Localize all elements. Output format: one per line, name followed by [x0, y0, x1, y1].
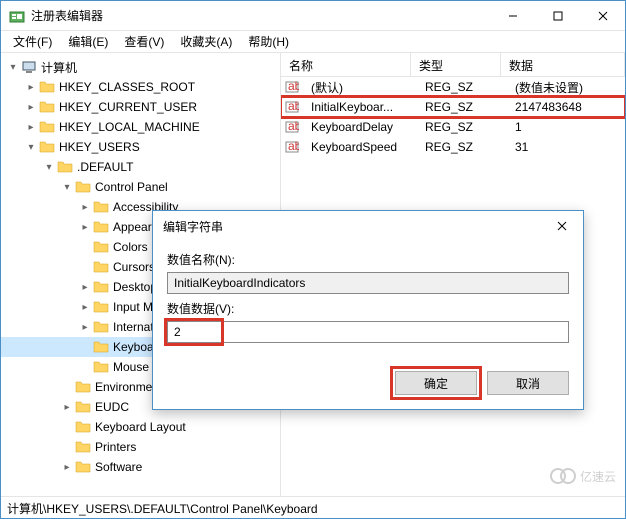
chevron-right-icon[interactable]: ▸: [77, 319, 93, 335]
value-data-label: 数值数据(V):: [167, 300, 569, 317]
folder-icon: [75, 439, 91, 455]
folder-icon: [57, 159, 73, 175]
value-data-field[interactable]: [167, 321, 569, 343]
statusbar: 计算机\HKEY_USERS\.DEFAULT\Control Panel\Ke…: [1, 496, 625, 518]
folder-icon: [39, 99, 55, 115]
value-name-label: 数值名称(N):: [167, 251, 569, 268]
menu-edit[interactable]: 编辑(E): [60, 31, 116, 52]
chevron-right-icon[interactable]: ▸: [23, 99, 39, 115]
reg-string-icon: ab: [285, 140, 299, 154]
folder-icon: [93, 279, 109, 295]
folder-icon: [93, 259, 109, 275]
chevron-down-icon[interactable]: ▾: [23, 139, 39, 155]
list-header: 名称 类型 数据: [281, 53, 625, 77]
dialog-title: 编辑字符串: [163, 218, 541, 235]
watermark: 亿速云: [548, 464, 618, 491]
tree-item[interactable]: ▸HKEY_CLASSES_ROOT: [1, 77, 280, 97]
folder-icon: [75, 419, 91, 435]
chevron-right-icon[interactable]: ▸: [23, 79, 39, 95]
svg-text:ab: ab: [288, 100, 299, 113]
dialog-body: 数值名称(N): 数值数据(V):: [153, 241, 583, 361]
maximize-button[interactable]: [535, 1, 580, 30]
chevron-down-icon[interactable]: ▾: [5, 59, 21, 75]
close-button[interactable]: [580, 1, 625, 30]
folder-icon: [75, 179, 91, 195]
folder-icon: [75, 379, 91, 395]
minimize-button[interactable]: [490, 1, 535, 30]
chevron-right-icon[interactable]: ▸: [59, 399, 75, 415]
list-row-highlighted[interactable]: ab InitialKeyboar... REG_SZ 2147483648: [281, 97, 625, 117]
menu-view[interactable]: 查看(V): [116, 31, 172, 52]
menubar: 文件(F) 编辑(E) 查看(V) 收藏夹(A) 帮助(H): [1, 31, 625, 53]
col-header-data[interactable]: 数据: [501, 53, 625, 76]
chevron-right-icon[interactable]: ▸: [77, 299, 93, 315]
svg-text:ab: ab: [288, 80, 299, 93]
tree-item[interactable]: ▾Control Panel: [1, 177, 280, 197]
ok-button[interactable]: 确定: [395, 371, 477, 395]
folder-icon: [39, 119, 55, 135]
menu-help[interactable]: 帮助(H): [240, 31, 297, 52]
chevron-down-icon[interactable]: ▾: [59, 179, 75, 195]
chevron-right-icon[interactable]: ▸: [59, 459, 75, 475]
tree-item[interactable]: ▾.DEFAULT: [1, 157, 280, 177]
svg-text:ab: ab: [288, 140, 299, 153]
folder-icon: [93, 199, 109, 215]
dialog-close-button[interactable]: [541, 212, 583, 240]
tree-item[interactable]: ▸Software: [1, 457, 280, 477]
list-row[interactable]: ab KeyboardSpeed REG_SZ 31: [281, 137, 625, 157]
svg-text:ab: ab: [288, 120, 299, 133]
computer-icon: [21, 59, 37, 75]
folder-icon: [93, 359, 109, 375]
folder-icon: [93, 299, 109, 315]
chevron-right-icon[interactable]: ▸: [77, 199, 93, 215]
window-title: 注册表编辑器: [31, 7, 490, 24]
value-name-field: [167, 272, 569, 294]
folder-icon: [39, 139, 55, 155]
svg-text:亿速云: 亿速云: [580, 469, 616, 484]
dialog-buttons: 确定 取消: [153, 361, 583, 409]
tree-item[interactable]: ▸HKEY_LOCAL_MACHINE: [1, 117, 280, 137]
folder-icon: [93, 239, 109, 255]
dialog-titlebar[interactable]: 编辑字符串: [153, 211, 583, 241]
folder-icon: [39, 79, 55, 95]
edit-string-dialog: 编辑字符串 数值名称(N): 数值数据(V): 确定 取消: [152, 210, 584, 410]
tree-item[interactable]: ▾HKEY_USERS: [1, 137, 280, 157]
col-header-name[interactable]: 名称: [281, 53, 411, 76]
tree-root[interactable]: ▾ 计算机: [1, 57, 280, 77]
menu-favorites[interactable]: 收藏夹(A): [172, 31, 240, 52]
folder-icon: [93, 319, 109, 335]
cancel-button[interactable]: 取消: [487, 371, 569, 395]
tree-item[interactable]: Keyboard Layout: [1, 417, 280, 437]
tree-item[interactable]: ▸HKEY_CURRENT_USER: [1, 97, 280, 117]
col-header-type[interactable]: 类型: [411, 53, 501, 76]
chevron-right-icon[interactable]: ▸: [77, 219, 93, 235]
menu-file[interactable]: 文件(F): [5, 31, 60, 52]
app-icon: [9, 8, 25, 24]
chevron-down-icon[interactable]: ▾: [41, 159, 57, 175]
folder-icon: [75, 399, 91, 415]
list-row[interactable]: ab KeyboardDelay REG_SZ 1: [281, 117, 625, 137]
tree-item[interactable]: Printers: [1, 437, 280, 457]
chevron-right-icon[interactable]: ▸: [23, 119, 39, 135]
list-row[interactable]: ab (默认) REG_SZ (数值未设置): [281, 77, 625, 97]
window-buttons: [490, 1, 625, 30]
reg-string-icon: ab: [285, 80, 299, 94]
folder-icon: [93, 219, 109, 235]
reg-string-icon: ab: [285, 100, 299, 114]
reg-string-icon: ab: [285, 120, 299, 134]
folder-icon: [93, 339, 109, 355]
chevron-right-icon[interactable]: ▸: [77, 279, 93, 295]
titlebar[interactable]: 注册表编辑器: [1, 1, 625, 31]
folder-icon: [75, 459, 91, 475]
